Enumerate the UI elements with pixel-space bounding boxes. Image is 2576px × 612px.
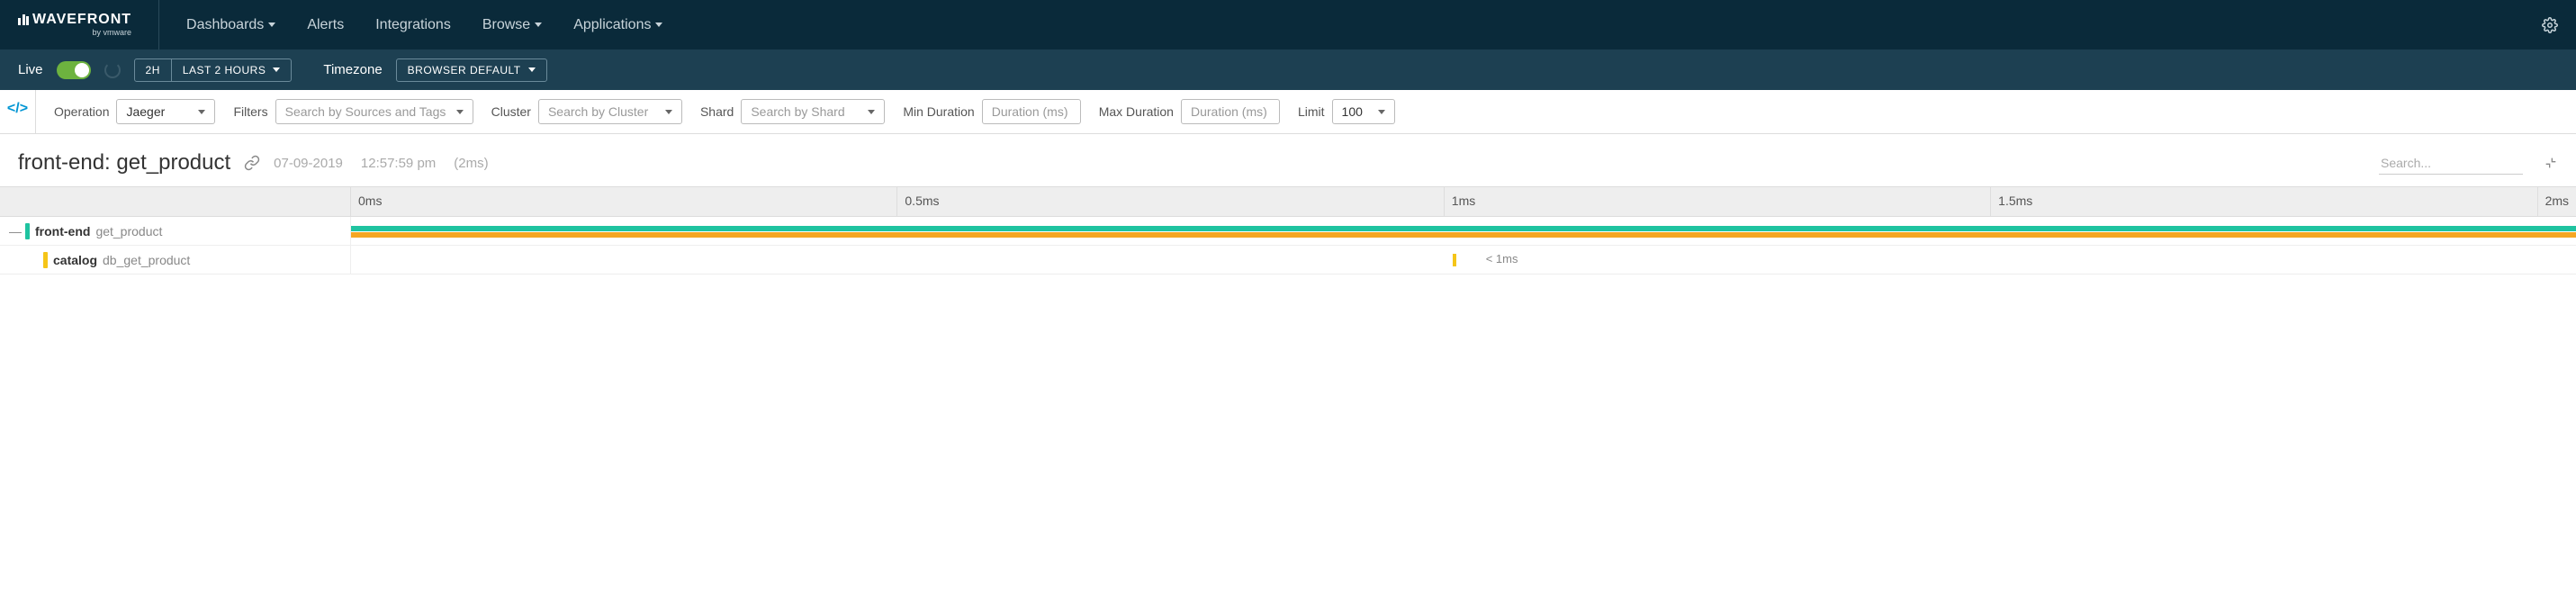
refresh-spinner[interactable] <box>104 62 121 78</box>
span-service: catalog <box>53 253 97 267</box>
collapse-toggle[interactable]: — <box>9 224 20 238</box>
timeline-tick: 0.5ms <box>897 187 1444 216</box>
time-range-button[interactable]: LAST 2 HOURS <box>172 59 291 81</box>
limit-select[interactable]: 100 <box>1332 99 1395 124</box>
filters-label: Filters <box>233 104 267 119</box>
operation-label: Operation <box>54 104 109 119</box>
shard-select[interactable]: Search by Shard <box>741 99 885 124</box>
nav-integrations[interactable]: Integrations <box>375 17 451 33</box>
chevron-down-icon <box>198 110 205 114</box>
trace-search-input[interactable] <box>2379 152 2523 175</box>
top-nav: WAVEFRONT by vmware Dashboards Alerts In… <box>0 0 2576 50</box>
trace-title: front-end: get_product <box>18 150 230 176</box>
cluster-select[interactable]: Search by Cluster <box>538 99 682 124</box>
brand-sub: by vmware <box>18 29 131 37</box>
nav-dashboards[interactable]: Dashboards <box>186 17 275 33</box>
chevron-down-icon <box>1378 110 1385 114</box>
timeline-tick: 2ms <box>2538 187 2576 216</box>
nav-applications[interactable]: Applications <box>573 17 662 33</box>
span-duration-label: < 1ms <box>1486 252 1518 266</box>
span-operation: get_product <box>95 224 162 238</box>
trace-date: 07-09-2019 <box>274 156 343 171</box>
trace-time: 12:57:59 pm <box>361 156 436 171</box>
trace-meta: 07-09-2019 12:57:59 pm (2ms) <box>274 156 488 171</box>
chevron-down-icon <box>528 68 536 72</box>
filters-bar: </> Operation Jaeger Filters Search by S… <box>0 90 2576 134</box>
chevron-down-icon <box>268 22 275 27</box>
link-icon[interactable] <box>244 155 260 171</box>
gear-icon[interactable] <box>2542 17 2558 33</box>
time-preset-button[interactable]: 2H <box>135 59 172 81</box>
span-row[interactable]: catalog db_get_product < 1ms <box>0 246 2576 274</box>
timeline-tick: 0ms <box>351 187 897 216</box>
cluster-label: Cluster <box>491 104 531 119</box>
span-track <box>351 217 2576 245</box>
collapse-icon[interactable] <box>2544 156 2558 170</box>
timezone-label: Timezone <box>323 62 382 77</box>
live-toggle[interactable] <box>57 61 91 79</box>
nav-items: Dashboards Alerts Integrations Browse Ap… <box>186 17 662 33</box>
min-duration-input[interactable]: Duration (ms) <box>982 99 1081 124</box>
logo[interactable]: WAVEFRONT by vmware <box>18 0 159 50</box>
timeline-header: 0ms 0.5ms 1ms 1.5ms 2ms <box>0 186 2576 217</box>
span-track: < 1ms <box>351 246 2576 274</box>
shard-label: Shard <box>700 104 734 119</box>
span-color <box>25 223 30 239</box>
timeline-tick: 1.5ms <box>1991 187 2537 216</box>
max-duration-input[interactable]: Duration (ms) <box>1181 99 1280 124</box>
chevron-down-icon <box>868 110 875 114</box>
live-label: Live <box>18 62 43 77</box>
time-range-group: 2H LAST 2 HOURS <box>134 58 293 82</box>
logo-icon <box>18 14 29 25</box>
trace-header: front-end: get_product 07-09-2019 12:57:… <box>0 134 2576 186</box>
brand-name: WAVEFRONT <box>32 13 131 27</box>
sub-nav: Live 2H LAST 2 HOURS Timezone BROWSER DE… <box>0 50 2576 90</box>
chevron-down-icon <box>535 22 542 27</box>
chevron-down-icon <box>273 68 280 72</box>
nav-alerts[interactable]: Alerts <box>307 17 344 33</box>
chevron-down-icon <box>456 110 464 114</box>
nav-browse[interactable]: Browse <box>482 17 542 33</box>
limit-label: Limit <box>1298 104 1325 119</box>
span-color <box>43 252 48 268</box>
filters-select[interactable]: Search by Sources and Tags <box>275 99 473 124</box>
chevron-down-icon <box>655 22 662 27</box>
span-bar <box>351 232 2576 238</box>
min-duration-label: Min Duration <box>903 104 974 119</box>
timezone-select[interactable]: BROWSER DEFAULT <box>396 58 547 82</box>
span-service: front-end <box>35 224 90 238</box>
chevron-down-icon <box>665 110 672 114</box>
span-bar <box>1453 254 1456 266</box>
operation-select[interactable]: Jaeger <box>116 99 215 124</box>
max-duration-label: Max Duration <box>1099 104 1174 119</box>
span-row[interactable]: — front-end get_product <box>0 217 2576 246</box>
span-operation: db_get_product <box>103 253 190 267</box>
code-tab[interactable]: </> <box>0 90 36 133</box>
span-bar <box>351 226 2576 231</box>
timeline-tick: 1ms <box>1445 187 1991 216</box>
trace-duration: (2ms) <box>454 156 488 171</box>
